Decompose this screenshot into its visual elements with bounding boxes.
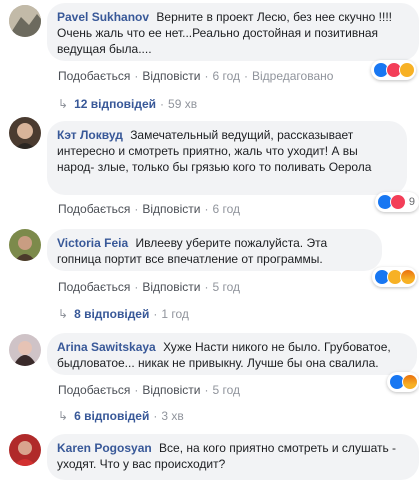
comment-author[interactable]: Arina Sawitskaya <box>57 340 156 354</box>
comment-author[interactable]: Karen Pogosyan <box>57 441 152 455</box>
comment-author[interactable]: Кэт Локвуд <box>57 128 123 142</box>
comment-time[interactable]: 6 год <box>212 69 240 83</box>
comment-author[interactable]: Victoria Feia <box>57 236 128 250</box>
like-link[interactable]: Подобається <box>58 280 130 294</box>
like-link[interactable]: Подобається <box>58 383 130 397</box>
replies-time: 1 год <box>161 307 189 321</box>
comment-bubble: Pavel Sukhanov Верните в проект Лесю, бе… <box>47 3 419 61</box>
comment-actions: Подобається · Відповісти · 5 год <box>58 280 240 294</box>
view-replies[interactable]: ↳ 12 відповідей · 59 хв <box>58 97 197 111</box>
reactions-summary[interactable] <box>372 267 417 287</box>
comment-actions: Подобається · Відповісти · 6 год <box>58 202 240 216</box>
avatar[interactable] <box>9 5 41 37</box>
avatar[interactable] <box>9 117 41 149</box>
replies-count[interactable]: 8 відповідей <box>74 307 149 321</box>
comment-time[interactable]: 5 год <box>212 280 240 294</box>
avatar[interactable] <box>9 434 41 466</box>
comment-actions: Подобається · Відповісти · 5 год <box>58 383 240 397</box>
replies-count[interactable]: 6 відповідей <box>74 409 149 423</box>
view-replies[interactable]: ↳ 6 відповідей · 3 хв <box>58 409 184 423</box>
replies-time: 3 хв <box>161 409 184 423</box>
love-icon <box>389 194 406 210</box>
like-link[interactable]: Подобається <box>58 202 130 216</box>
comment-actions: Подобається · Відповісти · 6 год · Відредагова… <box>58 69 334 83</box>
comment-bubble: Кэт Локвуд Замечательный ведущий, расска… <box>47 121 407 195</box>
reactions-summary[interactable]: 9 <box>374 192 419 212</box>
comment-bubble: Victoria Feia Ивлееву уберите пожалуйста… <box>47 229 382 271</box>
comment-time[interactable]: 5 год <box>212 383 240 397</box>
angry-icon <box>402 374 418 390</box>
edited-label: Відредаговано <box>252 69 334 83</box>
reactions-summary[interactable] <box>387 372 419 392</box>
angry-icon <box>400 269 416 285</box>
reactions-summary[interactable] <box>371 60 416 80</box>
reply-arrow-icon: ↳ <box>58 307 69 321</box>
view-replies[interactable]: ↳ 8 відповідей · 1 год <box>58 307 189 321</box>
replies-time: 59 хв <box>168 97 198 111</box>
avatar[interactable] <box>9 229 41 261</box>
reply-arrow-icon: ↳ <box>58 97 69 111</box>
wow-icon <box>399 62 415 78</box>
reply-link[interactable]: Відповісти <box>142 69 200 83</box>
avatar[interactable] <box>9 334 41 366</box>
comment-author[interactable]: Pavel Sukhanov <box>57 10 149 24</box>
like-link[interactable]: Подобається <box>58 69 130 83</box>
replies-count[interactable]: 12 відповідей <box>74 97 156 111</box>
reply-arrow-icon: ↳ <box>58 409 69 423</box>
comment-time[interactable]: 6 год <box>212 202 240 216</box>
comment-bubble: Karen Pogosyan Все, на кого приятно смот… <box>47 434 419 480</box>
comment-bubble: Arina Sawitskaya Хуже Насти никого не бы… <box>47 333 417 375</box>
reply-link[interactable]: Відповісти <box>142 202 200 216</box>
reactions-count: 9 <box>408 196 415 208</box>
reply-link[interactable]: Відповісти <box>142 383 200 397</box>
reply-link[interactable]: Відповісти <box>142 280 200 294</box>
